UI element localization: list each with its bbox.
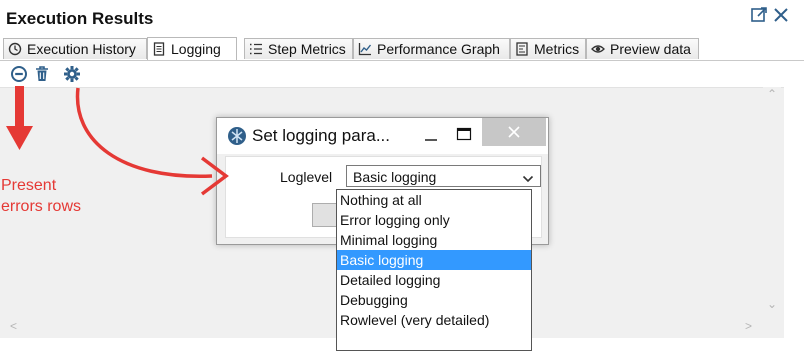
annotation-overlay xyxy=(6,86,229,196)
down-arrow-annotation xyxy=(6,86,33,150)
curved-arrow-annotation xyxy=(75,87,229,196)
annotation-text: Present errors rows xyxy=(1,177,82,215)
